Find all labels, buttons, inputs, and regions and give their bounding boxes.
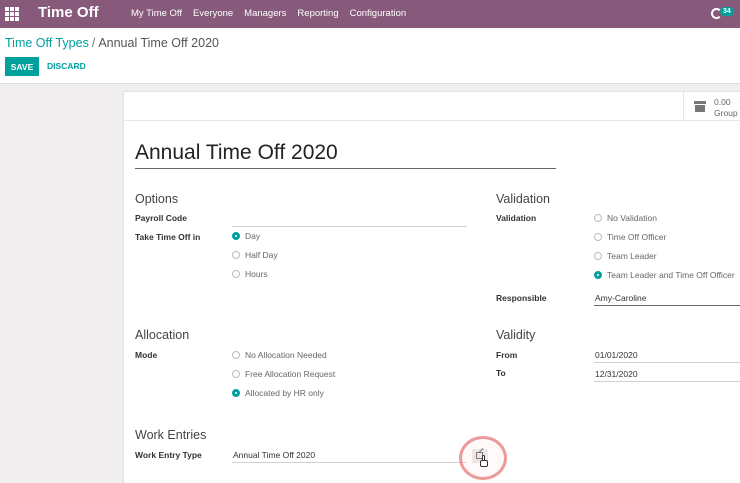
radio-allocated-by-hr[interactable]: Allocated by HR only — [232, 388, 324, 398]
work-entries-heading: Work Entries — [135, 428, 207, 442]
options-heading: Options — [135, 192, 179, 206]
menu-configuration[interactable]: Configuration — [350, 8, 407, 19]
radio-selected-icon — [594, 271, 602, 279]
smart-button-label: Group Ti — [714, 108, 740, 118]
activity-count-badge: 34 — [720, 7, 734, 16]
validity-heading: Validity — [496, 328, 536, 342]
radio-no-allocation-label: No Allocation Needed — [245, 350, 327, 360]
work-entry-type-input[interactable]: Annual Time Off 2020 — [233, 450, 315, 460]
radio-selected-icon — [232, 389, 240, 397]
radio-half-day[interactable]: Half Day — [232, 250, 278, 260]
to-date-underline — [594, 381, 740, 382]
work-entry-type-underline — [232, 462, 467, 463]
responsible-label: Responsible — [496, 293, 547, 303]
button-box: 0.00 Group Ti — [124, 92, 740, 121]
radio-free-allocation-label: Free Allocation Request — [245, 369, 336, 379]
radio-team-leader-and-officer-label: Team Leader and Time Off Officer — [607, 270, 735, 280]
radio-no-validation-label: No Validation — [607, 213, 657, 223]
save-button[interactable]: SAVE — [5, 57, 39, 76]
activity-button[interactable]: 34 — [711, 6, 739, 22]
apps-menu-icon[interactable] — [5, 7, 19, 21]
radio-empty-icon — [594, 214, 602, 222]
form-sheet: 0.00 Group Ti Annual Time Off 2020 Optio… — [124, 92, 740, 483]
radio-free-allocation-request[interactable]: Free Allocation Request — [232, 369, 335, 379]
to-label: To — [496, 368, 506, 378]
radio-empty-icon — [232, 251, 240, 259]
breadcrumb: Time Off Types / Annual Time Off 2020 — [5, 36, 219, 50]
smart-button-value: 0.00 — [714, 97, 731, 107]
hand-cursor-icon — [479, 455, 489, 467]
to-date-input[interactable]: 12/31/2020 — [595, 369, 638, 379]
allocation-heading: Allocation — [135, 328, 190, 342]
breadcrumb-separator: / — [91, 36, 96, 50]
menu-everyone[interactable]: Everyone — [193, 8, 233, 19]
from-date-underline — [594, 362, 740, 363]
control-panel: Time Off Types / Annual Time Off 2020 SAVE… — [0, 28, 740, 84]
app-name[interactable]: Time Off — [38, 4, 99, 21]
menu-managers[interactable]: Managers — [244, 8, 286, 19]
radio-team-leader[interactable]: Team Leader — [594, 251, 657, 261]
radio-no-validation[interactable]: No Validation — [594, 213, 657, 223]
payroll-code-label: Payroll Code — [135, 213, 187, 223]
radio-team-leader-and-officer[interactable]: Team Leader and Time Off Officer — [594, 270, 735, 280]
radio-half-day-label: Half Day — [245, 250, 278, 260]
responsible-input[interactable]: Amy-Caroline — [595, 293, 647, 303]
radio-team-leader-label: Team Leader — [607, 251, 657, 261]
breadcrumb-parent-link[interactable]: Time Off Types — [5, 36, 89, 50]
menu-my-time-off[interactable]: My Time Off — [131, 8, 182, 19]
radio-time-off-officer-label: Time Off Officer — [607, 232, 667, 242]
menu-reporting[interactable]: Reporting — [297, 8, 338, 19]
radio-empty-icon — [594, 233, 602, 241]
take-time-off-label: Take Time Off in — [135, 232, 201, 242]
record-title-input[interactable]: Annual Time Off 2020 — [135, 141, 338, 165]
discard-button[interactable]: DISCARD — [47, 61, 86, 71]
radio-empty-icon — [232, 370, 240, 378]
radio-hours-label: Hours — [245, 269, 268, 279]
main-menu: My Time Off Everyone Managers Reporting … — [131, 8, 417, 19]
from-label: From — [496, 350, 518, 360]
top-navbar: Time Off My Time Off Everyone Managers R… — [0, 0, 740, 28]
validation-label: Validation — [496, 213, 537, 223]
radio-no-allocation-needed[interactable]: No Allocation Needed — [232, 350, 327, 360]
payroll-code-input[interactable] — [232, 226, 467, 227]
responsible-underline — [594, 305, 740, 306]
radio-empty-icon — [232, 270, 240, 278]
radio-day[interactable]: Day — [232, 231, 260, 241]
group-time-off-smart-button[interactable]: 0.00 Group Ti — [683, 92, 740, 121]
radio-time-off-officer[interactable]: Time Off Officer — [594, 232, 666, 242]
mode-label: Mode — [135, 350, 158, 360]
archive-icon — [694, 101, 706, 112]
radio-day-label: Day — [245, 231, 261, 241]
work-entry-type-label: Work Entry Type — [135, 450, 202, 460]
title-underline — [135, 168, 556, 169]
radio-selected-icon — [232, 232, 240, 240]
radio-hours[interactable]: Hours — [232, 269, 268, 279]
breadcrumb-current: Annual Time Off 2020 — [98, 36, 219, 50]
radio-allocated-by-hr-label: Allocated by HR only — [245, 388, 324, 398]
radio-empty-icon — [594, 252, 602, 260]
radio-empty-icon — [232, 351, 240, 359]
validation-heading: Validation — [496, 192, 550, 206]
from-date-input[interactable]: 01/01/2020 — [595, 350, 638, 360]
